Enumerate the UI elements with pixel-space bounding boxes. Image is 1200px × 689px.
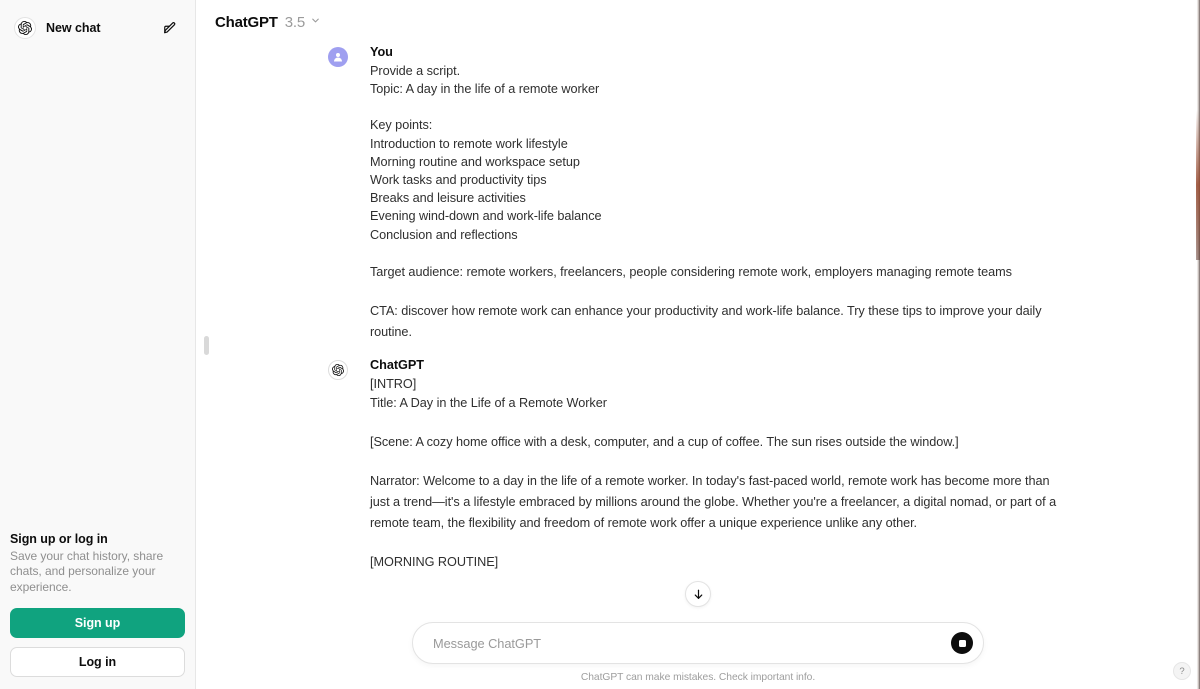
- message-paragraph: Title: A Day in the Life of a Remote Wor…: [370, 396, 607, 411]
- help-button[interactable]: ?: [1173, 662, 1191, 680]
- user-avatar-icon: [328, 47, 348, 67]
- message-paragraph: Narrator: Welcome to a day in the life o…: [370, 474, 1057, 531]
- avatar-column: [328, 44, 352, 343]
- message-input[interactable]: [413, 623, 983, 663]
- message-line: [INTRO]: [370, 376, 417, 391]
- message-user: You Provide a script. Topic: A day in the …: [318, 44, 1078, 343]
- conversation-list: You Provide a script. Topic: A day in the …: [196, 44, 1200, 663]
- signup-promo-subtitle: Save your chat history, share chats, and…: [10, 548, 164, 594]
- message-body: ChatGPT [INTRO] Title: A Day in the Life o…: [352, 357, 1058, 573]
- model-name: ChatGPT: [215, 13, 278, 31]
- new-chat-label: New chat: [46, 21, 101, 35]
- message-paragraph: CTA: discover how remote work can enhanc…: [370, 303, 1042, 339]
- openai-logo-icon: [14, 17, 36, 39]
- message-body: You Provide a script. Topic: A day in the …: [352, 44, 1058, 343]
- stop-generating-icon[interactable]: [951, 632, 973, 654]
- stop-square-glyph: [958, 639, 966, 647]
- message-line: Topic: A day in the life of a remote wor…: [370, 82, 600, 97]
- message-line: Morning routine and workspace setup: [370, 154, 580, 169]
- message-line: Evening wind-down and work-life balance: [370, 209, 602, 224]
- message-line: Breaks and leisure activities: [370, 191, 526, 206]
- new-chat-button[interactable]: New chat: [8, 10, 187, 46]
- avatar-column: [328, 357, 352, 573]
- message-author: You: [370, 45, 393, 59]
- chat-history-list: [0, 46, 195, 532]
- composer-area: ChatGPT can make mistakes. Check importa…: [196, 622, 1200, 689]
- sidebar-header: New chat: [0, 0, 195, 46]
- chatgpt-app: New chat Sign up or log in Save your cha…: [0, 0, 1200, 689]
- new-chat-edit-icon[interactable]: [161, 19, 179, 37]
- chevron-down-icon: [310, 13, 321, 31]
- window-edge-tint: [1196, 110, 1200, 260]
- signup-button[interactable]: Sign up: [10, 608, 185, 638]
- signup-promo: Sign up or log in Save your chat history…: [0, 532, 195, 689]
- message-line: Key points:: [370, 118, 433, 133]
- window-right-edge: [1194, 0, 1200, 689]
- message-line: Provide a script.: [370, 64, 461, 78]
- sidebar: New chat Sign up or log in Save your cha…: [0, 0, 196, 689]
- disclaimer-text: ChatGPT can make mistakes. Check importa…: [580, 672, 816, 683]
- login-button[interactable]: Log in: [10, 647, 185, 677]
- message-line: Work tasks and productivity tips: [370, 173, 547, 188]
- message-paragraph: [Scene: A cozy home office with a desk, …: [370, 435, 959, 450]
- openai-logo-icon: [328, 359, 348, 380]
- signup-promo-title: Sign up or log in: [10, 531, 108, 546]
- model-version: 3.5: [284, 13, 306, 31]
- message-line: Conclusion and reflections: [370, 227, 518, 242]
- model-selector[interactable]: ChatGPT 3.5: [208, 7, 328, 37]
- composer: [412, 622, 984, 664]
- scroll-to-bottom-button[interactable]: [685, 581, 711, 607]
- main-panel: ChatGPT 3.5 You Provide a script. Topic: A…: [196, 0, 1200, 689]
- message-author: ChatGPT: [370, 357, 424, 372]
- sidebar-collapse-handle[interactable]: [204, 336, 209, 355]
- message-paragraph: Target audience: remote workers, freelan…: [370, 264, 1012, 279]
- message-assistant: ChatGPT [INTRO] Title: A Day in the Life o…: [318, 357, 1078, 573]
- message-paragraph: [MORNING ROUTINE]: [370, 555, 499, 570]
- message-line: Introduction to remote work lifestyle: [370, 136, 568, 151]
- top-bar: ChatGPT 3.5: [196, 0, 1200, 44]
